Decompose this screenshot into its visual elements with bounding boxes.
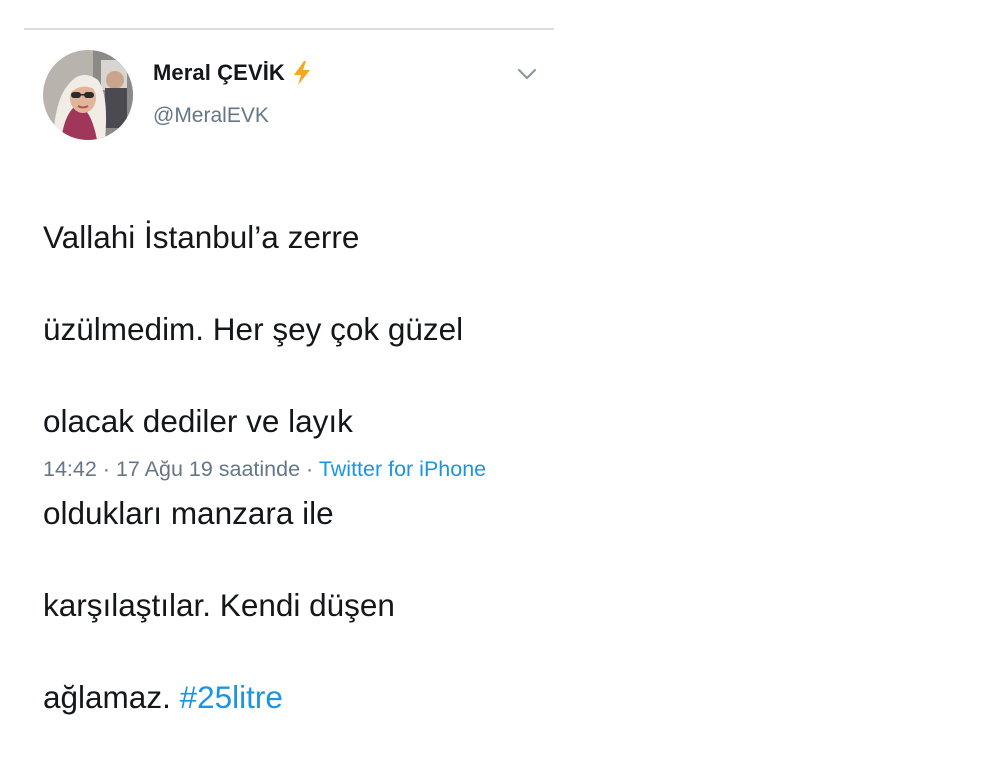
author-name-row[interactable]: Meral ÇEVİK: [153, 60, 313, 86]
tweet-meta: 14:42 · 17 Ağu 19 saatinde · Twitter for…: [43, 453, 543, 486]
tweet-text-line: karşılaştılar. Kendi düşen: [43, 587, 395, 623]
tweet-date: 17 Ağu 19 saatinde: [115, 457, 301, 481]
tweet-text-line: üzülmedim. Her şey çok güzel: [43, 311, 464, 347]
meta-separator: ·: [102, 457, 110, 481]
chevron-down-icon[interactable]: [516, 66, 538, 82]
tweet-text-line: Vallahi İstanbul’a zerre: [43, 219, 360, 255]
tweet-text-fragment: ağlamaz.: [43, 679, 171, 715]
lightning-bolt-icon: [293, 61, 310, 85]
avatar[interactable]: [43, 50, 133, 140]
tweet-card: Meral ÇEVİK @MeralEVK Vallahi İstanbul’a…: [24, 28, 554, 715]
author-handle[interactable]: @MeralEVK: [153, 104, 269, 128]
meta-separator: ·: [306, 457, 314, 481]
top-divider: [24, 28, 554, 30]
profile-photo-avatar: [43, 50, 133, 140]
tweet-text-line-last: ağlamaz. #25litre: [43, 674, 543, 720]
tweet-source-link[interactable]: Twitter for iPhone: [319, 457, 486, 481]
hashtag-link[interactable]: #25litre: [180, 679, 283, 715]
display-name[interactable]: Meral ÇEVİK: [153, 60, 285, 86]
tweet-text-line: oldukları manzara ile: [43, 495, 334, 531]
tweet-text-line: olacak dediler ve layık: [43, 403, 353, 439]
tweet-time: 14:42: [43, 457, 97, 481]
